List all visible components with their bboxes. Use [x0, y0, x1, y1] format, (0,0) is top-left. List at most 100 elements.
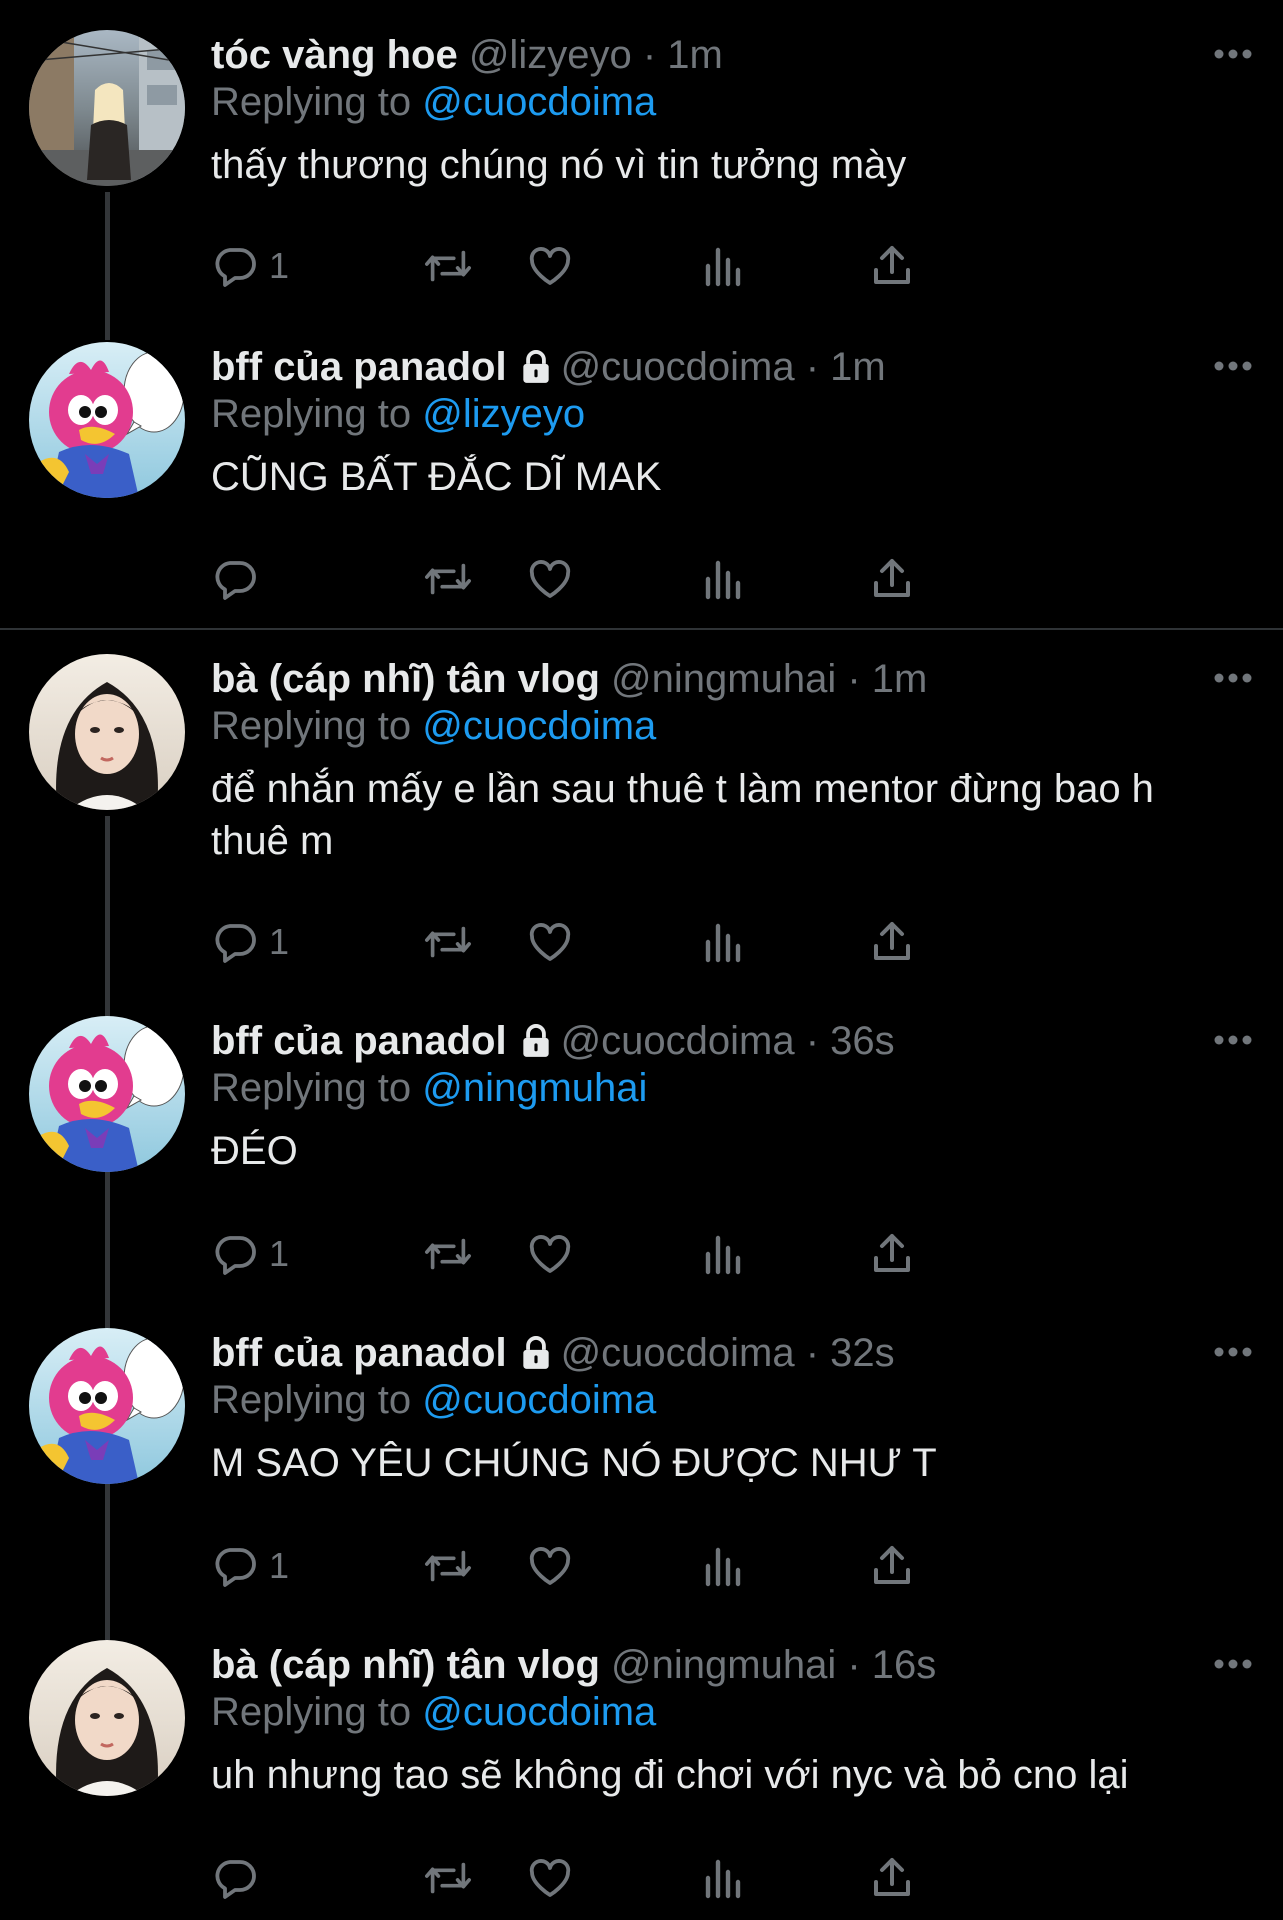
- share-button[interactable]: [868, 1850, 916, 1906]
- replying-to: Replying to @cuocdoima: [211, 77, 1223, 127]
- more-icon[interactable]: [1213, 48, 1253, 60]
- views-button[interactable]: [698, 1850, 746, 1906]
- replying-label: Replying to: [211, 392, 412, 436]
- reply-button[interactable]: 1: [211, 1538, 289, 1594]
- share-button[interactable]: [868, 238, 916, 294]
- share-button[interactable]: [868, 551, 916, 607]
- user-handle[interactable]: @lizyeyo: [469, 33, 632, 77]
- share-icon: [874, 1234, 910, 1272]
- reply-count: 1: [269, 1545, 290, 1586]
- timestamp[interactable]: · 36s: [806, 1019, 895, 1063]
- replying-label: Replying to: [211, 80, 412, 124]
- views-button[interactable]: [698, 914, 746, 970]
- views-icon: [705, 560, 741, 600]
- mention-link[interactable]: @ningmuhai: [422, 1066, 647, 1110]
- replying-to: Replying to @lizyeyo: [211, 389, 1223, 439]
- timestamp[interactable]: · 1m: [847, 657, 927, 701]
- views-button[interactable]: [698, 238, 746, 294]
- like-icon: [529, 923, 571, 961]
- timestamp[interactable]: · 1m: [806, 345, 886, 389]
- mention-link[interactable]: @cuocdoima: [422, 80, 656, 124]
- share-icon: [874, 246, 910, 284]
- replying-to: Replying to @cuocdoima: [211, 701, 1223, 751]
- user-handle[interactable]: @cuocdoima: [561, 1019, 795, 1063]
- reply-icon: [215, 1860, 256, 1899]
- replying-to: Replying to @cuocdoima: [211, 1375, 1223, 1425]
- display-name[interactable]: bff của panadol: [211, 1019, 507, 1063]
- display-name[interactable]: bà (cáp nhĩ) tân vlog: [211, 1643, 600, 1687]
- tweet-text: CŨNG BẤT ĐẮC DĨ MAK: [211, 455, 662, 499]
- reply-button[interactable]: [211, 1850, 269, 1906]
- display-name[interactable]: tóc vàng hoe: [211, 33, 458, 77]
- reply-count: 1: [269, 1233, 290, 1274]
- more-icon[interactable]: [1213, 1346, 1253, 1358]
- mention-link[interactable]: @cuocdoima: [422, 1378, 656, 1422]
- lock-icon: [522, 1336, 549, 1369]
- views-icon: [705, 1859, 741, 1899]
- views-button[interactable]: [698, 551, 746, 607]
- retweet-button[interactable]: [423, 914, 473, 970]
- tweet-text: M SAO YÊU CHÚNG NÓ ĐƯỢC NHƯ T: [211, 1441, 937, 1485]
- replying-label: Replying to: [211, 1690, 412, 1734]
- like-button[interactable]: [526, 1226, 574, 1282]
- avatar-cuocdoima[interactable]: [29, 342, 185, 498]
- avatar-cuocdoima[interactable]: [29, 1328, 185, 1484]
- user-handle[interactable]: @cuocdoima: [561, 345, 795, 389]
- retweet-button[interactable]: [423, 1538, 473, 1594]
- views-icon: [705, 923, 741, 963]
- reply-button[interactable]: 1: [211, 238, 289, 294]
- retweet-icon: [425, 1550, 471, 1582]
- tweet-text: để nhắn mấy e lần sau thuê t làm mentor …: [211, 767, 1154, 863]
- tweet-actions: 1: [211, 1538, 1111, 1594]
- mention-link[interactable]: @lizyeyo: [422, 392, 585, 436]
- more-icon[interactable]: [1213, 360, 1253, 372]
- avatar-lizyeyo[interactable]: [29, 30, 185, 186]
- views-button[interactable]: [698, 1538, 746, 1594]
- mention-link[interactable]: @cuocdoima: [422, 1690, 656, 1734]
- more-icon[interactable]: [1213, 672, 1253, 684]
- views-button[interactable]: [698, 1226, 746, 1282]
- display-name[interactable]: bà (cáp nhĩ) tân vlog: [211, 657, 600, 701]
- like-button[interactable]: [526, 238, 574, 294]
- tweet-header: tóc vàng hoe @lizyeyo · 1m: [211, 30, 1223, 80]
- retweet-button[interactable]: [423, 238, 473, 294]
- share-button[interactable]: [868, 1538, 916, 1594]
- like-button[interactable]: [526, 551, 574, 607]
- avatar-ningmuhai[interactable]: [29, 654, 185, 810]
- display-name[interactable]: bff của panadol: [211, 1331, 507, 1375]
- retweet-icon: [425, 1238, 471, 1270]
- share-button[interactable]: [868, 914, 916, 970]
- tweet-actions: 1: [211, 914, 1111, 970]
- user-handle[interactable]: @cuocdoima: [561, 1331, 795, 1375]
- mention-link[interactable]: @cuocdoima: [422, 704, 656, 748]
- like-button[interactable]: [526, 1538, 574, 1594]
- avatar-cuocdoima[interactable]: [29, 1016, 185, 1172]
- more-icon[interactable]: [1213, 1034, 1253, 1046]
- reply-button[interactable]: 1: [211, 914, 289, 970]
- timestamp[interactable]: · 16s: [847, 1643, 936, 1687]
- retweet-icon: [425, 250, 471, 282]
- lock-icon: [522, 350, 549, 383]
- display-name[interactable]: bff của panadol: [211, 345, 507, 389]
- timestamp[interactable]: · 32s: [806, 1331, 895, 1375]
- retweet-button[interactable]: [423, 551, 473, 607]
- reply-button[interactable]: [211, 551, 269, 607]
- tweet-header: bff của panadol @cuocdoima · 1m: [211, 342, 1223, 392]
- share-button[interactable]: [868, 1226, 916, 1282]
- retweet-icon: [425, 563, 471, 595]
- tweet-actions: 1: [211, 238, 1111, 294]
- like-button[interactable]: [526, 1850, 574, 1906]
- thread-connector: [105, 1172, 110, 1334]
- reply-icon: [215, 248, 256, 287]
- timestamp[interactable]: · 1m: [643, 33, 723, 77]
- retweet-button[interactable]: [423, 1850, 473, 1906]
- retweet-button[interactable]: [423, 1226, 473, 1282]
- tweet-text: ĐÉO: [211, 1129, 298, 1173]
- user-handle[interactable]: @ningmuhai: [611, 657, 836, 701]
- like-button[interactable]: [526, 914, 574, 970]
- reply-button[interactable]: 1: [211, 1226, 289, 1282]
- avatar-ningmuhai[interactable]: [29, 1640, 185, 1796]
- user-handle[interactable]: @ningmuhai: [611, 1643, 836, 1687]
- reply-icon: [215, 1236, 256, 1275]
- more-icon[interactable]: [1213, 1658, 1253, 1670]
